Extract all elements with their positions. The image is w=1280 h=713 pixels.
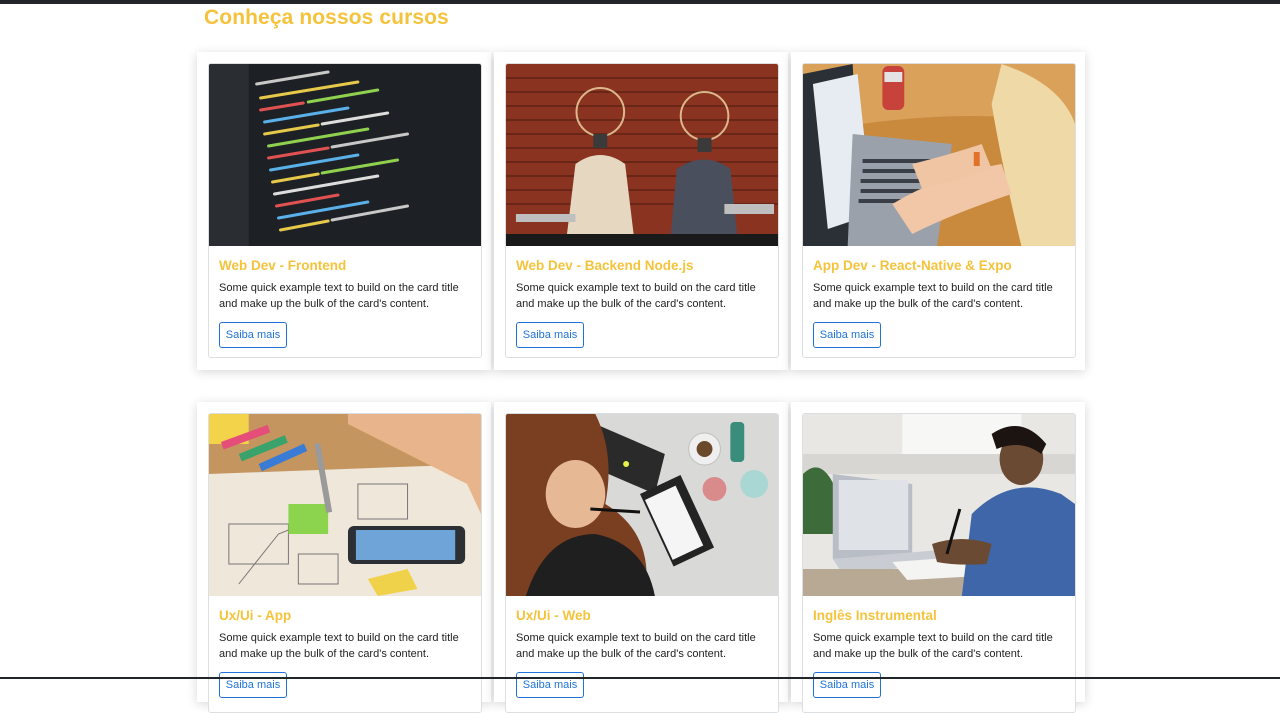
saiba-mais-button[interactable]: Saiba mais [516,322,584,348]
course-card-wrapper: App Dev - React-Native & Expo Some quick… [791,52,1085,370]
course-card-wrapper: Web Dev - Backend Node.js Some quick exa… [494,52,788,370]
course-card-wrapper: Inglês Instrumental Some quick example t… [791,402,1085,713]
card-title: Ux/Ui - App [219,608,292,623]
card-text: Some quick example text to build on the … [516,632,756,660]
lightbulb-people-photo [506,64,778,246]
card-text: Some quick example text to build on the … [219,632,459,660]
course-card-wrapper: Web Dev - Frontend Some quick example te… [197,52,491,370]
card-text: Some quick example text to build on the … [813,282,1053,310]
saiba-mais-button[interactable]: Saiba mais [516,672,584,698]
course-row-2: Ux/Ui - App Some quick example text to b… [197,402,1086,713]
course-card: Web Dev - Backend Node.js Some quick exa… [505,63,779,358]
course-row-1: Web Dev - Frontend Some quick example te… [197,52,1086,370]
card-title: App Dev - React-Native & Expo [813,258,1012,273]
card-title: Web Dev - Frontend [219,258,347,273]
card-text: Some quick example text to build on the … [516,282,756,310]
card-title: Inglês Instrumental [813,608,937,623]
course-card: Ux/Ui - App Some quick example text to b… [208,413,482,713]
course-card: Inglês Instrumental Some quick example t… [802,413,1076,713]
code-editor-photo [209,64,481,246]
course-card-wrapper: Ux/Ui - App Some quick example text to b… [197,402,491,713]
card-text: Some quick example text to build on the … [219,282,459,310]
sketching-wireframe-photo [209,414,481,596]
saiba-mais-button[interactable]: Saiba mais [219,672,287,698]
course-card: Web Dev - Frontend Some quick example te… [208,63,482,358]
woman-laptop-photo [803,64,1075,246]
section-title: Conheça nossos cursos [204,6,449,29]
saiba-mais-button[interactable]: Saiba mais [813,672,881,698]
course-card-wrapper: Ux/Ui - Web Some quick example text to b… [494,402,788,713]
saiba-mais-button[interactable]: Saiba mais [219,322,287,348]
course-card: Ux/Ui - Web Some quick example text to b… [505,413,779,713]
card-title: Ux/Ui - Web [516,608,591,623]
woman-desk-photo [506,414,778,596]
card-title: Web Dev - Backend Node.js [516,258,694,273]
course-card: App Dev - React-Native & Expo Some quick… [802,63,1076,358]
window-top-bar [0,0,1280,4]
man-writing-photo [803,414,1075,596]
saiba-mais-button[interactable]: Saiba mais [813,322,881,348]
card-text: Some quick example text to build on the … [813,632,1053,660]
